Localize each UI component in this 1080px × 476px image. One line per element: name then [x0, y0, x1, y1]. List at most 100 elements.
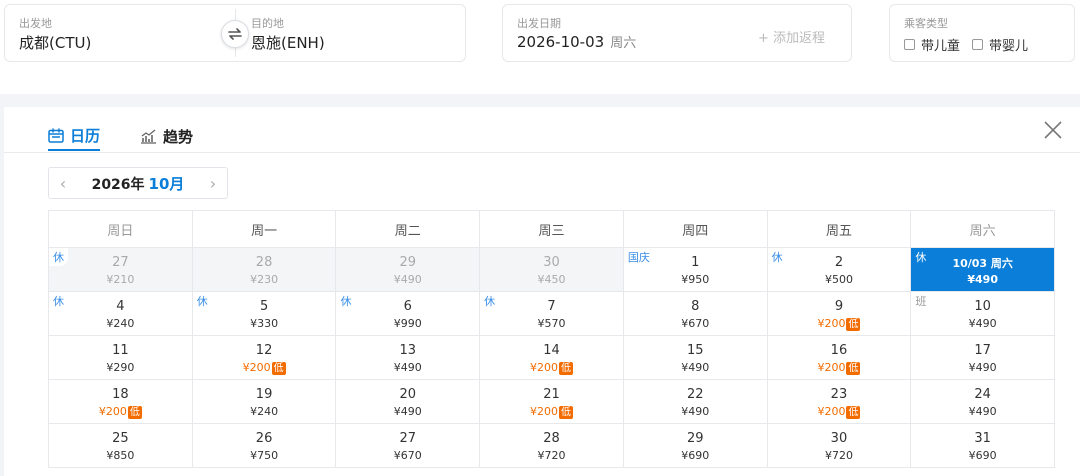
date-text: 2026-10-03	[517, 33, 605, 51]
day-price: ¥240	[193, 405, 336, 418]
calendar-day[interactable]: 27 ¥670	[336, 424, 481, 468]
tab-trend[interactable]: 趋势	[140, 121, 193, 151]
with-child-checkbox[interactable]: 带儿童	[904, 35, 960, 54]
day-price: ¥290	[49, 361, 192, 374]
tab-trend-label: 趋势	[163, 127, 194, 146]
day-number: 8	[691, 299, 700, 314]
calendar-day[interactable]: 14 ¥200 低	[480, 336, 624, 380]
calendar-day[interactable]: 31 ¥690	[911, 424, 1056, 468]
price-value: ¥200	[98, 405, 127, 418]
calendar-day[interactable]: 20 ¥490	[336, 380, 481, 424]
weekday-label: 周日	[49, 211, 193, 248]
add-return-button[interactable]: + 添加返程	[758, 27, 825, 46]
calendar-day[interactable]: 8 ¥670	[623, 292, 768, 336]
calendar-day[interactable]: 19 ¥240	[192, 380, 337, 424]
calendar-day[interactable]: 29 ¥690	[623, 424, 768, 468]
day-number: 15	[686, 343, 704, 358]
low-price-badge: 低	[271, 362, 286, 375]
price-value: ¥750	[250, 449, 279, 462]
price-value: ¥200	[817, 405, 846, 418]
calendar-day[interactable]: 23 ¥200 低	[767, 380, 912, 424]
prev-month-button[interactable]: ‹	[49, 174, 77, 193]
price-value: ¥200	[817, 361, 846, 374]
day-price: ¥490	[911, 273, 1054, 286]
calendar-day[interactable]: 休 5 ¥330	[192, 292, 337, 336]
calendar-day[interactable]: 16 ¥200 低	[767, 336, 912, 380]
day-number: 10	[974, 299, 991, 314]
day-price: ¥330	[193, 317, 336, 330]
calendar-day: 29 ¥490	[336, 248, 481, 292]
departure-city-field[interactable]: 出发地 成都(CTU)	[5, 5, 235, 61]
calendar-day[interactable]: 22 ¥490	[623, 380, 768, 424]
departure-date-field[interactable]: 出发日期 2026-10-03 周六 + 添加返程	[502, 4, 852, 62]
price-value: ¥490	[393, 273, 422, 286]
city-selector: 出发地 成都(CTU) 目的地 恩施(ENH)	[4, 4, 466, 62]
price-value: ¥240	[106, 317, 135, 330]
search-bar: 出发地 成都(CTU) 目的地 恩施(ENH) 出发日期 2026-10-03 周…	[0, 0, 1080, 94]
passenger-type-field: 乘客类型 带儿童 带婴儿	[889, 4, 1075, 62]
day-price: ¥200 低	[480, 405, 623, 419]
calendar-day[interactable]: 21 ¥200 低	[480, 380, 624, 424]
price-value: ¥230	[250, 273, 279, 286]
year-label: 2026年	[91, 176, 145, 193]
swap-cities-button[interactable]	[221, 20, 249, 48]
close-icon[interactable]	[1042, 119, 1064, 141]
calendar-weeks: 休 27 ¥210 28 ¥230 29 ¥490 30 ¥450 国庆 1 ¥950 休 2 ¥500 休 1…	[49, 248, 1056, 468]
price-value: ¥490	[967, 273, 998, 286]
day-number: 28	[543, 431, 560, 446]
calendar-day[interactable]: 11 ¥290	[49, 336, 193, 380]
weekday-label: 周二	[336, 211, 481, 248]
calendar-day[interactable]: 17 ¥490	[911, 336, 1056, 380]
next-month-button[interactable]: ›	[199, 174, 227, 193]
arrival-city-field[interactable]: 目的地 恩施(ENH)	[237, 5, 465, 61]
calendar-week-row: 休 27 ¥210 28 ¥230 29 ¥490 30 ¥450 国庆 1 ¥950 休 2 ¥500 休 1…	[49, 248, 1056, 292]
calendar-week-row: 休 4 ¥240 休 5 ¥330 休 6 ¥990 休 7 ¥570 8 ¥670 9 ¥200 低班 10 ¥4…	[49, 292, 1056, 336]
price-value: ¥490	[968, 405, 997, 418]
day-price: ¥670	[624, 317, 767, 330]
with-child-label: 带儿童	[921, 39, 961, 54]
weekday-label: 周四	[623, 211, 768, 248]
calendar-day[interactable]: 13 ¥490	[336, 336, 481, 380]
price-value: ¥290	[106, 361, 135, 374]
weekday-label: 周一	[192, 211, 337, 248]
with-infant-checkbox[interactable]: 带婴儿	[972, 35, 1028, 54]
date-label: 出发日期	[517, 17, 561, 30]
tab-calendar[interactable]: 日历	[48, 121, 101, 151]
date-weekday: 周六	[610, 36, 637, 51]
calendar-day-selected[interactable]: 休 10/03 周六 ¥490	[911, 248, 1056, 292]
day-number: 17	[974, 343, 991, 358]
calendar-day[interactable]: 28 ¥720	[480, 424, 624, 468]
calendar-day[interactable]: 9 ¥200 低	[767, 292, 912, 336]
calendar-day[interactable]: 休 4 ¥240	[49, 292, 193, 336]
calendar-day[interactable]: 国庆 1 ¥950	[623, 248, 768, 292]
weekday-header: 周日 周一 周二 周三 周四 周五 周六	[49, 211, 1056, 248]
day-price: ¥490	[911, 405, 1054, 418]
day-number: 11	[112, 343, 129, 358]
calendar-day[interactable]: 休 7 ¥570	[480, 292, 624, 336]
calendar-day[interactable]: 休 2 ¥500	[767, 248, 912, 292]
day-number: 1	[691, 255, 700, 270]
calendar-day[interactable]: 26 ¥750	[192, 424, 337, 468]
calendar-day[interactable]: 24 ¥490	[911, 380, 1056, 424]
weekday-label: 周六	[911, 211, 1056, 248]
calendar-day[interactable]: 12 ¥200 低	[192, 336, 337, 380]
day-price: ¥490	[911, 317, 1054, 330]
day-number: 5	[259, 299, 269, 314]
calendar-day[interactable]: 18 ¥200 低	[49, 380, 193, 424]
date-value: 2026-10-03 周六	[517, 32, 636, 51]
calendar-day[interactable]: 休 6 ¥990	[336, 292, 481, 336]
day-price: ¥200 低	[49, 405, 192, 419]
day-number: 6	[403, 299, 412, 314]
day-price: ¥670	[336, 449, 479, 462]
calendar-day[interactable]: 班 10 ¥490	[911, 292, 1056, 336]
calendar-day[interactable]: 30 ¥720	[767, 424, 912, 468]
price-value: ¥450	[537, 273, 566, 286]
day-price: ¥990	[336, 317, 479, 330]
calendar-day[interactable]: 15 ¥490	[623, 336, 768, 380]
low-price-badge: 低	[846, 318, 861, 331]
calendar-day[interactable]: 25 ¥850	[49, 424, 193, 468]
departure-label: 出发地	[19, 17, 52, 30]
day-price: ¥200 低	[768, 405, 911, 419]
day-price: ¥950	[624, 273, 767, 286]
weekday-label: 周三	[480, 211, 624, 248]
